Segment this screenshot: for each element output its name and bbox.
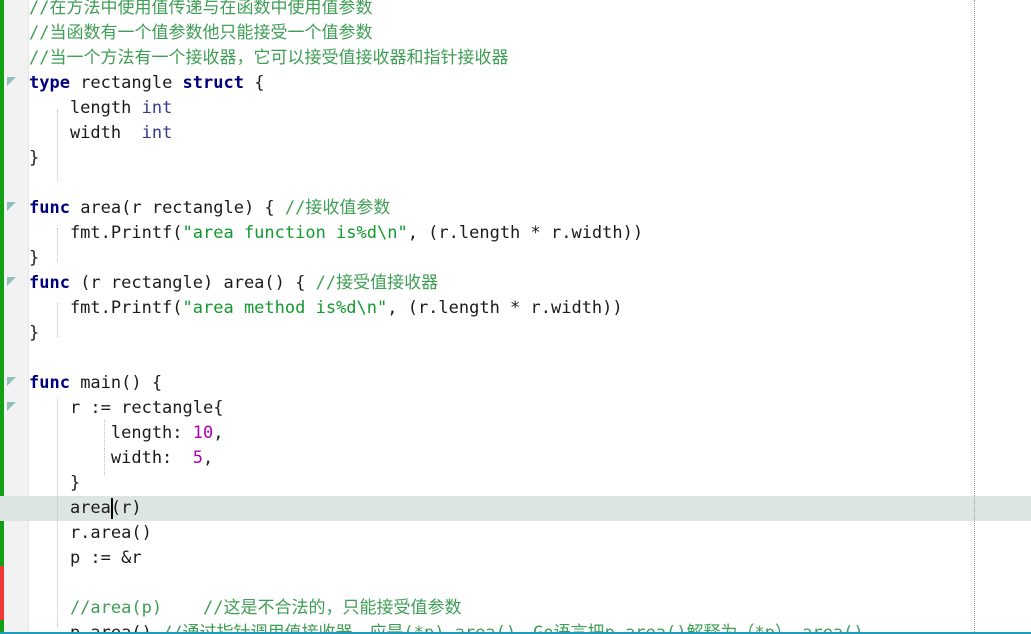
- code-line[interactable]: //area(p) //这是不合法的，只能接受值参数: [29, 596, 462, 621]
- code-token-pln: main() {: [69, 373, 163, 393]
- code-line[interactable]: area(r): [29, 496, 142, 521]
- fold-triangle-icon[interactable]: [7, 77, 16, 86]
- code-token-pln: }: [29, 148, 40, 168]
- code-line[interactable]: }: [29, 246, 39, 271]
- code-token-pln: fmt.Printf(: [29, 298, 183, 318]
- code-token-num: 10: [192, 423, 214, 443]
- fold-triangle-icon[interactable]: [7, 377, 16, 386]
- code-line[interactable]: width int: [29, 121, 172, 146]
- code-line[interactable]: }: [29, 321, 39, 346]
- code-token-pln: ,: [203, 448, 214, 468]
- code-line[interactable]: length int: [29, 96, 172, 121]
- code-token-pln: }: [29, 323, 40, 343]
- code-token-kw: struct: [182, 73, 244, 93]
- code-token-str: "area method is%d\n": [182, 298, 388, 318]
- code-line[interactable]: //在方法中使用值传递与在函数中使用值参数: [29, 0, 372, 21]
- code-token-cmt: //当一个方法有一个接收器，它可以接受值接收器和指针接收器: [29, 48, 509, 68]
- code-token-pln: , (r.length * r.width)): [387, 298, 623, 318]
- code-token-kw: func: [29, 373, 70, 393]
- fold-triangle-icon[interactable]: [7, 277, 16, 286]
- code-line[interactable]: func main() {: [29, 371, 162, 396]
- code-line[interactable]: width: 5,: [29, 446, 213, 471]
- code-token-pln: area(r rectangle) {: [69, 198, 285, 218]
- code-line[interactable]: }: [29, 146, 39, 171]
- code-line[interactable]: type rectangle struct {: [29, 71, 264, 96]
- code-token-pln: {: [243, 73, 265, 93]
- code-token-pln: r := rectangle{: [29, 398, 224, 418]
- code-token-cmt: //当函数有一个值参数他只能接受一个值参数: [29, 23, 373, 43]
- code-token-pln: , (r.length * r.width)): [407, 223, 644, 243]
- code-token-cmt: //接收值参数: [284, 198, 391, 218]
- code-line[interactable]: length: 10,: [29, 421, 224, 446]
- code-line[interactable]: [29, 346, 39, 371]
- code-editor[interactable]: //在方法中使用值传递与在函数中使用值参数 //当函数有一个值参数他只能接受一个值…: [0, 0, 1031, 634]
- code-token-pln: rectangle: [69, 73, 183, 93]
- code-token-cmt: //area(p) //这是不合法的，只能接受值参数: [29, 598, 462, 618]
- code-line[interactable]: func (r rectangle) area() { //接受值接收器: [29, 271, 438, 296]
- code-token-str: "area function is%d\n": [182, 223, 408, 243]
- code-token-num: 5: [192, 448, 204, 468]
- code-token-pln: length: [29, 98, 142, 118]
- code-token-pln: ,: [213, 423, 224, 443]
- code-token-pln: r.area(): [29, 523, 152, 543]
- code-token-typ: int: [141, 98, 173, 118]
- code-token-cmt: //接受值接收器: [315, 273, 439, 293]
- code-token-typ: int: [141, 123, 173, 143]
- code-token-kw: type: [29, 73, 70, 93]
- code-line[interactable]: fmt.Printf("area method is%d\n", (r.leng…: [29, 296, 623, 321]
- fold-triangle-icon[interactable]: [7, 402, 16, 411]
- code-line[interactable]: [29, 571, 39, 596]
- code-line[interactable]: p := &r: [29, 546, 142, 571]
- right-margin-guide: [974, 0, 975, 634]
- code-token-pln: area(r): [29, 498, 142, 518]
- text-caret: [110, 498, 113, 519]
- code-area[interactable]: //在方法中使用值传递与在函数中使用值参数 //当函数有一个值参数他只能接受一个值…: [0, 0, 1031, 634]
- editor-gutter[interactable]: [4, 0, 28, 634]
- fold-triangle-icon[interactable]: [7, 202, 16, 211]
- current-line-highlight: [0, 496, 1031, 521]
- code-token-pln: }: [29, 473, 81, 493]
- code-token-kw: func: [29, 273, 70, 293]
- code-line[interactable]: //当一个方法有一个接收器，它可以接受值接收器和指针接收器: [29, 46, 508, 71]
- code-line[interactable]: r := rectangle{: [29, 396, 224, 421]
- code-token-pln: p := &r: [29, 548, 142, 568]
- code-line[interactable]: //当函数有一个值参数他只能接受一个值参数: [29, 21, 372, 46]
- code-token-pln: length:: [29, 423, 193, 443]
- code-token-pln: fmt.Printf(: [29, 223, 183, 243]
- code-line[interactable]: func area(r rectangle) { //接收值参数: [29, 196, 390, 221]
- code-token-cmt: //在方法中使用值传递与在函数中使用值参数: [29, 0, 373, 18]
- code-line[interactable]: fmt.Printf("area function is%d\n", (r.le…: [29, 221, 643, 246]
- code-line[interactable]: r.area(): [29, 521, 152, 546]
- code-line[interactable]: }: [29, 471, 80, 496]
- code-line[interactable]: [29, 171, 39, 196]
- code-token-pln: (r rectangle) area() {: [69, 273, 316, 293]
- code-token-kw: func: [29, 198, 70, 218]
- code-token-pln: width: [29, 123, 142, 143]
- code-token-pln: }: [29, 248, 40, 268]
- code-token-pln: width:: [29, 448, 193, 468]
